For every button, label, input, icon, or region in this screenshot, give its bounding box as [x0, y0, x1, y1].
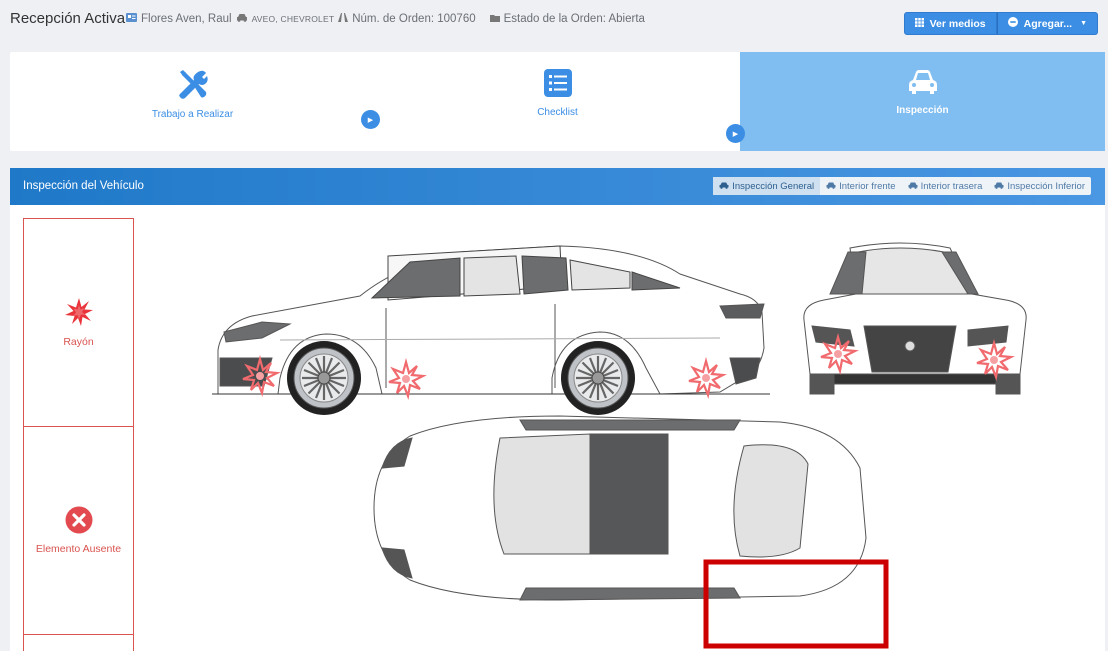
missing-icon: [65, 506, 93, 539]
tab-label: Interior frente: [839, 180, 896, 192]
tab-label: Inspección Inferior: [1007, 180, 1085, 192]
tools-icon: [178, 69, 208, 104]
legend-item-elemento-ausente[interactable]: Elemento Ausente: [23, 426, 134, 634]
ver-medios-button[interactable]: Ver medios: [903, 12, 997, 35]
legend-label: Elemento Ausente: [35, 543, 122, 555]
agregar-label: Agregar...: [1023, 17, 1073, 30]
legend-label: Rayón: [63, 336, 94, 348]
step-inspeccion[interactable]: Inspección: [740, 52, 1105, 151]
inspection-tabs: Inspección General Interior frente Inter…: [713, 177, 1091, 195]
tab-inspeccion-inferior[interactable]: Inspección Inferior: [988, 177, 1091, 195]
car-small-icon: [826, 181, 836, 192]
vehicle-name: AVEO, CHEVROLET: [251, 14, 335, 24]
step-label: Trabajo a Realizar: [151, 109, 234, 120]
car-small-icon: [236, 13, 248, 25]
tab-interior-frente[interactable]: Interior frente: [820, 177, 902, 195]
folder-icon: [489, 13, 500, 25]
legend-item-more[interactable]: [23, 634, 134, 651]
panel-header: Inspección del Vehículo Inspección Gener…: [10, 168, 1105, 205]
client-name: Flores Aven, Raul: [141, 13, 232, 25]
agregar-button[interactable]: Agregar... ▼: [996, 12, 1098, 35]
next-step-button[interactable]: ▶: [726, 124, 745, 143]
checklist-icon: [543, 69, 572, 102]
inspection-panel: Inspección del Vehículo Inspección Gener…: [10, 168, 1105, 651]
panel-title: Inspección del Vehículo: [23, 180, 144, 192]
id-card-icon: [126, 13, 137, 25]
top-bar: Recepción Activa Flores Aven, Raul AVEO,…: [0, 0, 1108, 44]
car-icon: [908, 69, 938, 100]
road-icon: [338, 13, 349, 25]
step-trabajo[interactable]: Trabajo a Realizar: [10, 52, 375, 151]
wizard-steps: Trabajo a Realizar Checklist Inspección: [10, 52, 1105, 151]
step-label: Inspección: [896, 105, 949, 116]
step-label: Checklist: [537, 107, 578, 118]
legend-item-rayon[interactable]: Rayón: [23, 218, 134, 426]
order-info: Flores Aven, Raul AVEO, CHEVROLET Núm. d…: [126, 13, 645, 25]
tab-interior-trasera[interactable]: Interior trasera: [902, 177, 989, 195]
scratch-icon: [64, 297, 94, 332]
order-number: Núm. de Orden: 100760: [352, 13, 476, 25]
header-actions: Ver medios Agregar... ▼: [903, 12, 1098, 35]
ver-medios-label: Ver medios: [929, 17, 986, 30]
damage-legend: Rayón Elemento Ausente: [23, 218, 134, 651]
grid-icon: [914, 17, 924, 30]
car-small-icon: [994, 181, 1004, 192]
tab-inspeccion-general[interactable]: Inspección General: [713, 177, 821, 195]
next-step-button[interactable]: ▶: [361, 110, 380, 129]
page-title: Recepción Activa: [10, 10, 126, 27]
car-small-icon: [908, 181, 918, 192]
order-status: Estado de la Orden: Abierta: [503, 13, 645, 25]
tab-label: Interior trasera: [920, 180, 983, 192]
step-checklist[interactable]: Checklist: [375, 52, 740, 151]
tab-label: Inspección General: [732, 180, 815, 192]
car-diagram[interactable]: [160, 208, 1060, 651]
car-small-icon: [719, 181, 729, 192]
minus-circle-icon: [1007, 17, 1018, 30]
caret-down-icon: ▼: [1080, 20, 1087, 27]
car-top-view: [373, 415, 867, 601]
